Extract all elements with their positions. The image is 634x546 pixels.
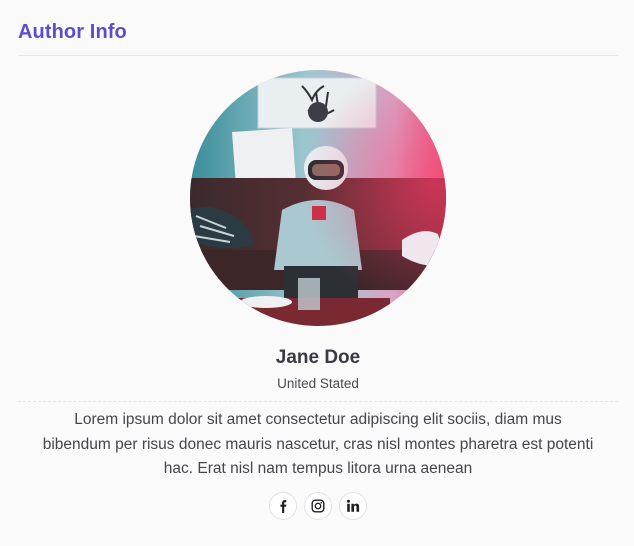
facebook-icon bbox=[280, 500, 287, 513]
facebook-link[interactable] bbox=[269, 492, 297, 520]
linkedin-link[interactable] bbox=[339, 492, 367, 520]
linkedin-icon bbox=[347, 499, 360, 512]
title-divider bbox=[18, 55, 618, 56]
social-links bbox=[18, 492, 618, 520]
author-avatar bbox=[190, 70, 446, 326]
author-info-card: Author Info Jane Doe United Stated Lorem… bbox=[18, 0, 618, 546]
author-photo bbox=[190, 70, 446, 326]
author-name: Jane Doe bbox=[275, 347, 361, 368]
instagram-link[interactable] bbox=[304, 492, 332, 520]
section-title: Author Info bbox=[18, 21, 127, 43]
author-bio: Lorem ipsum dolor sit amet consectetur a… bbox=[42, 411, 594, 477]
content-divider bbox=[18, 401, 618, 402]
instagram-icon bbox=[311, 499, 325, 513]
author-location: United Stated bbox=[277, 376, 359, 391]
